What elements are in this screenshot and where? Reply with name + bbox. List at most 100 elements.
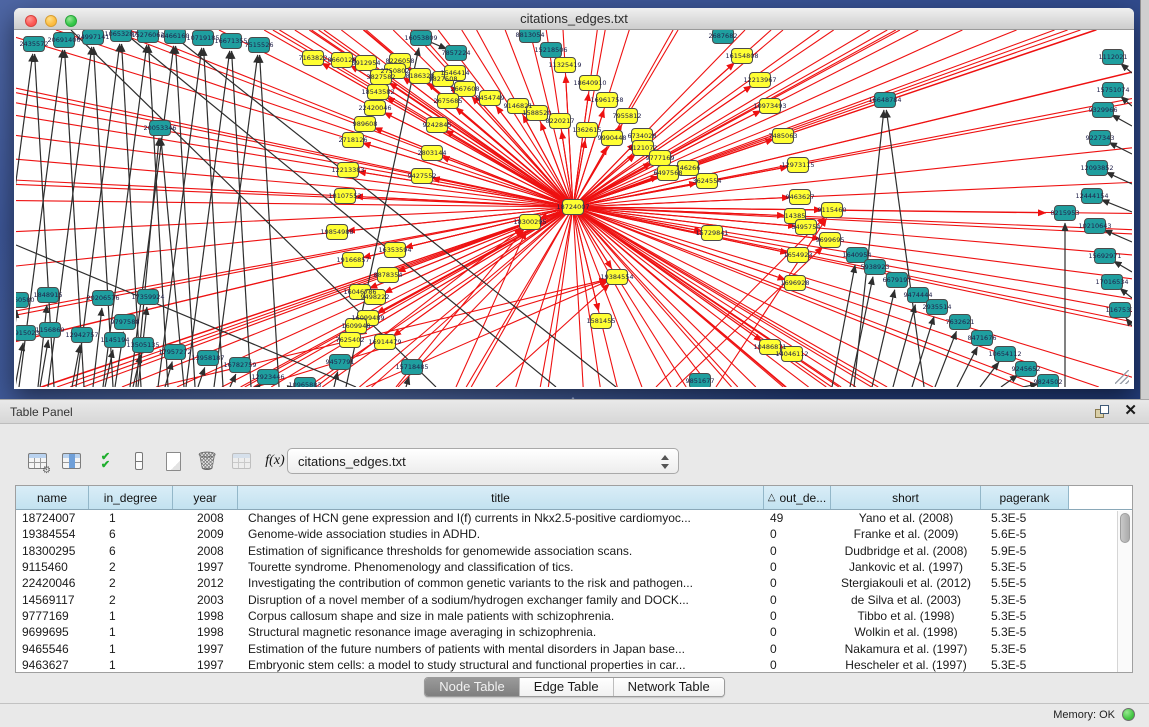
table-cell[interactable]: Jankovic et al. (1997) xyxy=(831,560,981,574)
table-cell[interactable]: 0 xyxy=(764,527,831,541)
table-cell[interactable]: 9463627 xyxy=(16,658,89,672)
tab-network-table[interactable]: Network Table xyxy=(614,678,724,696)
split-pane-handle[interactable]: ‸ xyxy=(566,391,580,398)
table-row[interactable]: 977716911998Corpus callosum shape and si… xyxy=(16,608,1132,624)
float-panel-icon[interactable] xyxy=(1095,405,1109,419)
table-cell[interactable]: 1 xyxy=(89,642,173,656)
table-cell[interactable]: 1 xyxy=(89,609,173,623)
table-cell[interactable]: 0 xyxy=(764,544,831,558)
table-cell[interactable]: 1997 xyxy=(173,658,238,672)
column-header-name[interactable]: name xyxy=(16,486,89,509)
table-cell[interactable]: Genome-wide association studies in ADHD. xyxy=(238,527,764,541)
graph-edge[interactable] xyxy=(398,207,573,387)
table-cell[interactable]: 5.3E-5 xyxy=(981,593,1069,607)
table-cell[interactable]: 0 xyxy=(764,658,831,672)
select-column-icon[interactable] xyxy=(58,448,84,474)
new-table-icon[interactable] xyxy=(160,448,186,474)
table-cell[interactable]: 19384554 xyxy=(16,527,89,541)
table-cell[interactable]: Changes of HCN gene expression and I(f) … xyxy=(238,511,764,525)
table-cell[interactable]: 0 xyxy=(764,576,831,590)
table-cell[interactable]: 1997 xyxy=(173,642,238,656)
table-cell[interactable]: 2 xyxy=(89,593,173,607)
table-cell[interactable]: 5.3E-5 xyxy=(981,560,1069,574)
table-cell[interactable]: 2 xyxy=(89,576,173,590)
delete-entries-icon[interactable]: 🗑 xyxy=(194,448,220,474)
table-cell[interactable]: Estimation of significance thresholds fo… xyxy=(238,544,764,558)
network-window[interactable]: citations_edges.txt 24355722069140624997… xyxy=(14,8,1134,389)
table-cell[interactable]: Embryonic stem cells: a model to study s… xyxy=(238,658,764,672)
graph-edge[interactable] xyxy=(359,207,573,387)
graph-edge[interactable] xyxy=(363,143,573,207)
tab-node-table[interactable]: Node Table xyxy=(425,678,520,696)
table-cell[interactable]: 5.3E-5 xyxy=(981,658,1069,672)
table-cell[interactable]: Stergiakouli et al. (2012) xyxy=(831,576,981,590)
table-cell[interactable]: Wolkin et al. (1998) xyxy=(831,625,981,639)
table-scrollbar[interactable] xyxy=(1117,511,1132,672)
table-cell[interactable]: 9115460 xyxy=(16,560,89,574)
graph-edge[interactable] xyxy=(872,290,895,387)
table-cell[interactable]: Tibbo et al. (1998) xyxy=(831,609,981,623)
column-header-in_degree[interactable]: in_degree xyxy=(89,486,173,509)
table-cell[interactable]: de Silva et al. (2003) xyxy=(831,593,981,607)
table-cell[interactable]: 2009 xyxy=(173,527,238,541)
table-cell[interactable]: 18300295 xyxy=(16,544,89,558)
graph-edge[interactable] xyxy=(566,75,573,207)
table-cell[interactable]: 2008 xyxy=(173,511,238,525)
table-cell[interactable]: 49 xyxy=(764,511,831,525)
graph-edge[interactable] xyxy=(1001,375,1018,387)
graph-edge[interactable] xyxy=(850,277,873,387)
table-cell[interactable]: 6 xyxy=(89,527,173,541)
table-row[interactable]: 1830029562008Estimation of significance … xyxy=(16,543,1132,559)
network-window-titlebar[interactable]: citations_edges.txt xyxy=(14,8,1134,30)
table-cell[interactable]: Yano et al. (2008) xyxy=(831,511,981,525)
column-header-pagerank[interactable]: pagerank xyxy=(981,486,1069,509)
graph-edge[interactable] xyxy=(393,207,573,336)
table-settings-icon[interactable]: ⚙ xyxy=(24,448,50,474)
table-cell[interactable]: 2003 xyxy=(173,593,238,607)
column-header-year[interactable]: year xyxy=(173,486,238,509)
table-row[interactable]: 1456911722003Disruption of a novel membe… xyxy=(16,591,1132,607)
table-cell[interactable]: Dudbridge et al. (2008) xyxy=(831,544,981,558)
table-cell[interactable]: 2012 xyxy=(173,576,238,590)
table-cell[interactable]: 1 xyxy=(89,511,173,525)
table-scrollbar-thumb[interactable] xyxy=(1120,513,1130,543)
table-cell[interactable]: 5.5E-5 xyxy=(981,576,1069,590)
table-cell[interactable]: 5.3E-5 xyxy=(981,625,1069,639)
window-resize-grip[interactable] xyxy=(1115,370,1129,384)
table-cell[interactable]: 5.3E-5 xyxy=(981,609,1069,623)
table-cell[interactable]: 0 xyxy=(764,593,831,607)
graph-edge[interactable] xyxy=(573,207,671,387)
graph-edge[interactable] xyxy=(1121,63,1132,73)
table-cell[interactable]: 1998 xyxy=(173,625,238,639)
table-cell[interactable]: 9699695 xyxy=(16,625,89,639)
graph-edge[interactable] xyxy=(893,305,915,387)
column-header-out_de[interactable]: △out_de... xyxy=(764,486,831,509)
tab-edge-table[interactable]: Edge Table xyxy=(520,678,614,696)
function-builder-icon[interactable]: f(x) xyxy=(262,448,288,474)
table-cell[interactable]: 0 xyxy=(764,642,831,656)
column-header-short[interactable]: short xyxy=(831,486,981,509)
table-row[interactable]: 969969511998Structural magnetic resonanc… xyxy=(16,624,1132,640)
table-cell[interactable]: 1997 xyxy=(173,560,238,574)
table-row[interactable]: 1938455462009Genome-wide association stu… xyxy=(16,526,1132,542)
graph-edge[interactable] xyxy=(1120,288,1132,298)
table-cell[interactable]: 5.3E-5 xyxy=(981,511,1069,525)
close-panel-icon[interactable]: ✕ xyxy=(1124,403,1137,419)
graph-edge[interactable] xyxy=(1106,172,1132,184)
table-cell[interactable]: Corpus callosum shape and size in male p… xyxy=(238,609,764,623)
graph-edge[interactable] xyxy=(41,207,573,387)
graph-edge[interactable] xyxy=(372,207,573,387)
table-cell[interactable]: Estimation of the future numbers of pati… xyxy=(238,642,764,656)
table-cell[interactable]: 9777169 xyxy=(16,609,89,623)
table-cell[interactable]: 22420046 xyxy=(16,576,89,590)
graph-edge[interactable] xyxy=(573,207,1132,377)
table-cell[interactable]: 18724007 xyxy=(16,511,89,525)
table-cell[interactable]: Nakamura et al. (1997) xyxy=(831,642,981,656)
graph-edge[interactable] xyxy=(832,265,855,387)
graph-edge[interactable] xyxy=(16,207,573,232)
row-pair-icon[interactable] xyxy=(126,448,152,474)
graph-edge[interactable] xyxy=(1101,200,1132,212)
network-canvas[interactable]: 2435572206914062499714110653287152760626… xyxy=(16,30,1132,387)
table-cell[interactable]: 9465546 xyxy=(16,642,89,656)
graph-edge[interactable] xyxy=(40,340,48,387)
